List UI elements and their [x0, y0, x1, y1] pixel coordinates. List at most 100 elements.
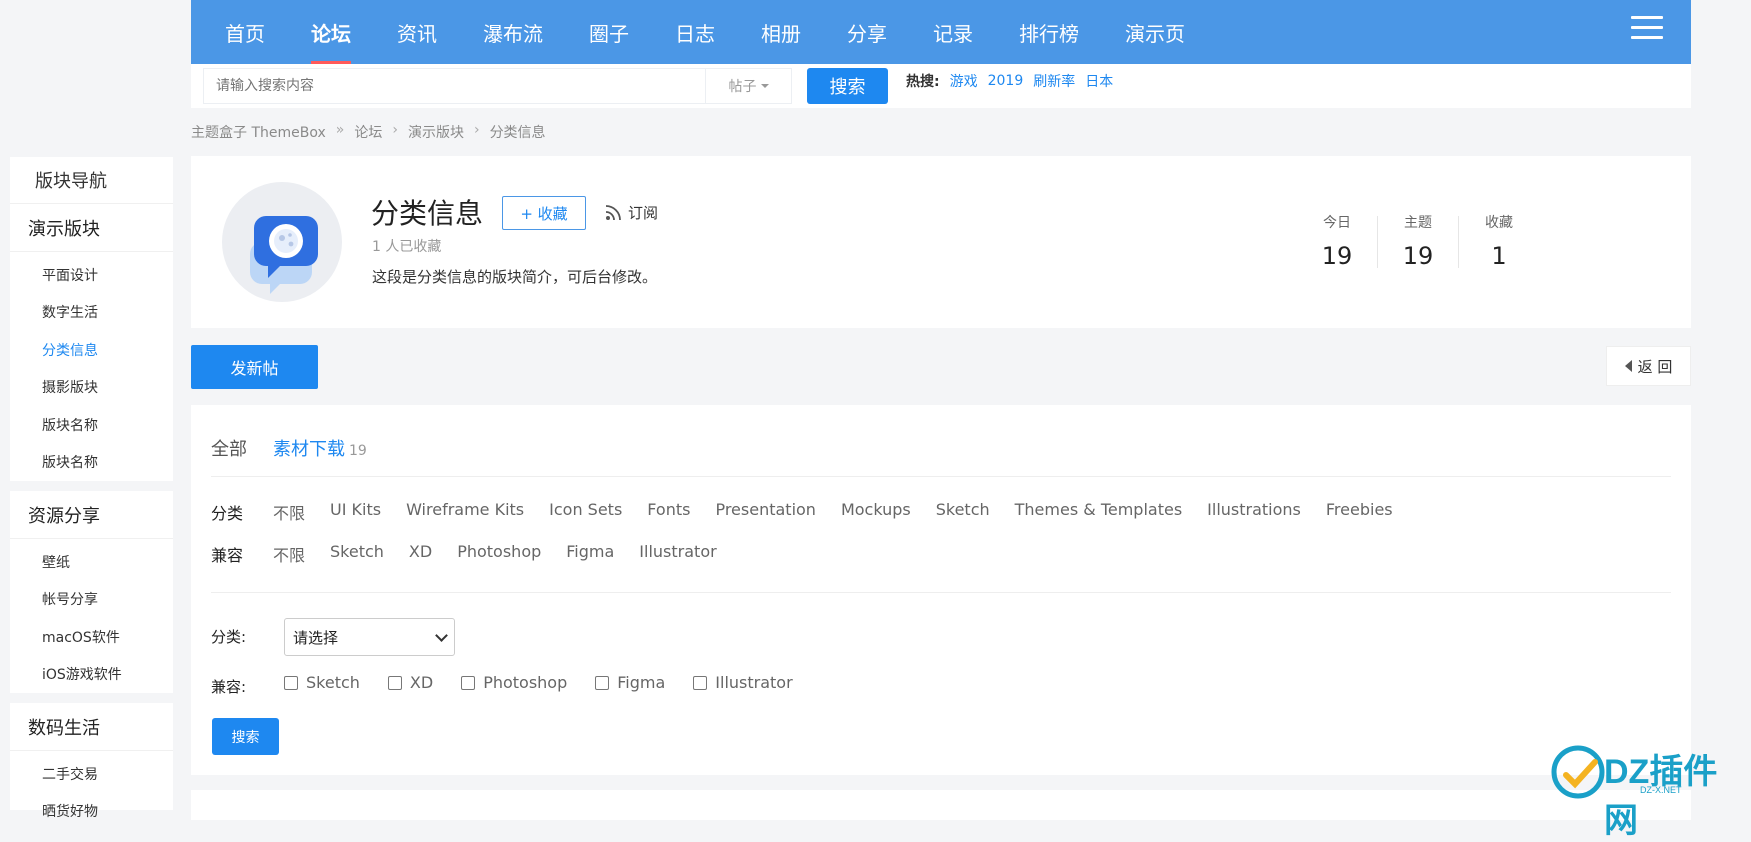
nav-item[interactable]: 演示页 — [1102, 0, 1208, 64]
divider — [211, 476, 1671, 477]
sidebar-item[interactable]: 平面设计 — [10, 256, 173, 294]
filter-option[interactable]: XD — [409, 542, 432, 566]
nav-item[interactable]: 论坛 — [288, 0, 374, 64]
breadcrumb-home[interactable]: 主题盒子 ThemeBox — [191, 122, 326, 142]
category-select-value: 请选择 — [293, 628, 339, 647]
back-button[interactable]: 返 回 — [1606, 346, 1691, 386]
sidebar-item[interactable]: 壁纸 — [10, 543, 173, 581]
new-post-button[interactable]: 发新帖 — [191, 345, 318, 389]
filter-search-button[interactable]: 搜索 — [212, 718, 279, 755]
tab-material-download[interactable]: 素材下载 — [273, 435, 345, 461]
filter-option[interactable]: Fonts — [647, 500, 690, 524]
forum-description: 这段是分类信息的版块简介，可后台修改。 — [372, 268, 658, 286]
sidebar-group-title[interactable]: 资源分享 — [10, 491, 173, 539]
thread-list-card — [191, 790, 1691, 820]
checkbox-label: Illustrator — [715, 673, 793, 692]
checkbox-box[interactable] — [595, 675, 610, 690]
nav-item[interactable]: 瀑布流 — [460, 0, 566, 64]
filter-option[interactable]: 不限 — [273, 500, 305, 524]
stat-value: 19 — [1402, 242, 1434, 270]
breadcrumb-section[interactable]: 演示版块 — [408, 122, 464, 142]
search-type-dropdown[interactable]: 帖子 — [705, 68, 792, 104]
sidebar-item[interactable]: 晒货好物 — [10, 793, 173, 831]
sidebar-item[interactable]: 帐号分享 — [10, 581, 173, 619]
hot-term[interactable]: 2019 — [988, 73, 1024, 89]
hot-term[interactable]: 刷新率 — [1033, 71, 1075, 91]
filter-option[interactable]: Sketch — [330, 542, 384, 566]
checkbox-box[interactable] — [284, 675, 298, 690]
stat-threads: 主题 19 — [1378, 212, 1458, 270]
nav-item[interactable]: 记录 — [910, 0, 996, 64]
forum-title: 分类信息 — [371, 197, 484, 230]
stat-label: 收藏 — [1485, 215, 1513, 231]
favorite-button[interactable]: + 收藏 — [502, 196, 586, 230]
filter-option[interactable]: Freebies — [1326, 500, 1393, 524]
search-input[interactable] — [203, 68, 705, 104]
sidebar-header: 版块导航 — [10, 157, 173, 204]
divider — [211, 592, 1671, 593]
menu-icon[interactable] — [1631, 16, 1663, 46]
nav-item[interactable]: 日志 — [652, 0, 738, 64]
filter-option[interactable]: 不限 — [273, 542, 305, 566]
category-select[interactable]: 请选择 — [284, 618, 455, 656]
sidebar-group-title[interactable]: 演示版块 — [10, 204, 173, 252]
checkbox-box[interactable] — [693, 675, 708, 690]
nav-items: 首页 论坛 资讯 瀑布流 圈子 日志 相册 分享 记录 排行榜 演示页 — [191, 0, 1208, 64]
search-button[interactable]: 搜索 — [807, 68, 888, 104]
nav-item[interactable]: 首页 — [191, 0, 288, 64]
compat-checkbox[interactable]: Sketch — [284, 673, 360, 692]
breadcrumb-separator: › — [392, 122, 398, 138]
checkbox-label: Photoshop — [483, 673, 568, 692]
stat-label: 今日 — [1323, 215, 1351, 231]
filter-option[interactable]: Presentation — [715, 500, 815, 524]
compat-checkbox[interactable]: Figma — [595, 673, 665, 692]
filter-option[interactable]: Mockups — [841, 500, 911, 524]
nav-item[interactable]: 资讯 — [374, 0, 460, 64]
compat-checkbox[interactable]: XD — [387, 673, 434, 692]
sidebar-item[interactable]: 摄影版块 — [10, 369, 173, 407]
stat-label: 主题 — [1404, 215, 1432, 231]
subscribe-button[interactable]: 订阅 — [605, 202, 658, 223]
filter-option[interactable]: Figma — [566, 542, 614, 566]
sidebar-item[interactable]: 二手交易 — [10, 755, 173, 793]
filter-option[interactable]: Sketch — [936, 500, 990, 524]
chat-bubble-icon — [250, 216, 318, 294]
checkbox-box[interactable] — [387, 675, 402, 690]
sidebar-item[interactable]: 分类信息 — [10, 331, 173, 369]
nav-item[interactable]: 圈子 — [566, 0, 652, 64]
sidebar-item[interactable]: 版块名称 — [10, 406, 173, 444]
checkbox-label: XD — [409, 673, 434, 692]
filter-option[interactable]: UI Kits — [330, 500, 381, 524]
hot-term[interactable]: 日本 — [1085, 71, 1113, 91]
filter-option[interactable]: Icon Sets — [549, 500, 622, 524]
sidebar-item[interactable]: iOS游戏软件 — [10, 656, 173, 694]
tab-all[interactable]: 全部 — [211, 435, 247, 461]
nav-item[interactable]: 相册 — [738, 0, 824, 64]
top-nav: 首页 论坛 资讯 瀑布流 圈子 日志 相册 分享 记录 排行榜 演示页 — [191, 0, 1691, 64]
filter-option[interactable]: Photoshop — [457, 542, 541, 566]
sidebar-group-title[interactable]: 数码生活 — [10, 703, 173, 751]
thread-type-tabs: 全部 素材下载 19 — [211, 435, 367, 461]
filter-option[interactable]: Themes & Templates — [1015, 500, 1183, 524]
sidebar-item[interactable]: 版块名称 — [10, 444, 173, 482]
sidebar-groups: 演示版块 平面设计 数字生活 分类信息 摄影版块 版块名称 版块名称 资源分享 壁纸 帐号分享 ma… — [10, 204, 173, 830]
compat-options: 不限 Sketch XD Photoshop Figma Illustrator — [273, 542, 742, 566]
nav-item[interactable]: 分享 — [824, 0, 910, 64]
filter-option[interactable]: Illustrator — [639, 542, 716, 566]
breadcrumb-forum[interactable]: 论坛 — [354, 122, 382, 142]
sidebar-item[interactable]: macOS软件 — [10, 618, 173, 656]
compat-checkboxes: Sketch XD Photoshop Figma Illustrator — [284, 673, 821, 692]
breadcrumb-separator: » — [335, 122, 345, 138]
filter-option[interactable]: Illustrations — [1207, 500, 1301, 524]
nav-item[interactable]: 排行榜 — [996, 0, 1102, 64]
hot-term[interactable]: 游戏 — [950, 71, 978, 91]
category-options: 不限 UI Kits Wireframe Kits Icon Sets Fonts Pre… — [273, 500, 1418, 524]
compat-checkbox[interactable]: Illustrator — [693, 673, 793, 692]
sidebar-item[interactable]: 数字生活 — [10, 294, 173, 332]
compat-checkbox[interactable]: Photoshop — [461, 673, 567, 692]
filter-option[interactable]: Wireframe Kits — [406, 500, 524, 524]
tab-count: 19 — [349, 443, 367, 459]
checkbox-box[interactable] — [461, 675, 476, 690]
checkbox-label: Figma — [617, 673, 666, 692]
sidebar-gap — [10, 481, 173, 491]
